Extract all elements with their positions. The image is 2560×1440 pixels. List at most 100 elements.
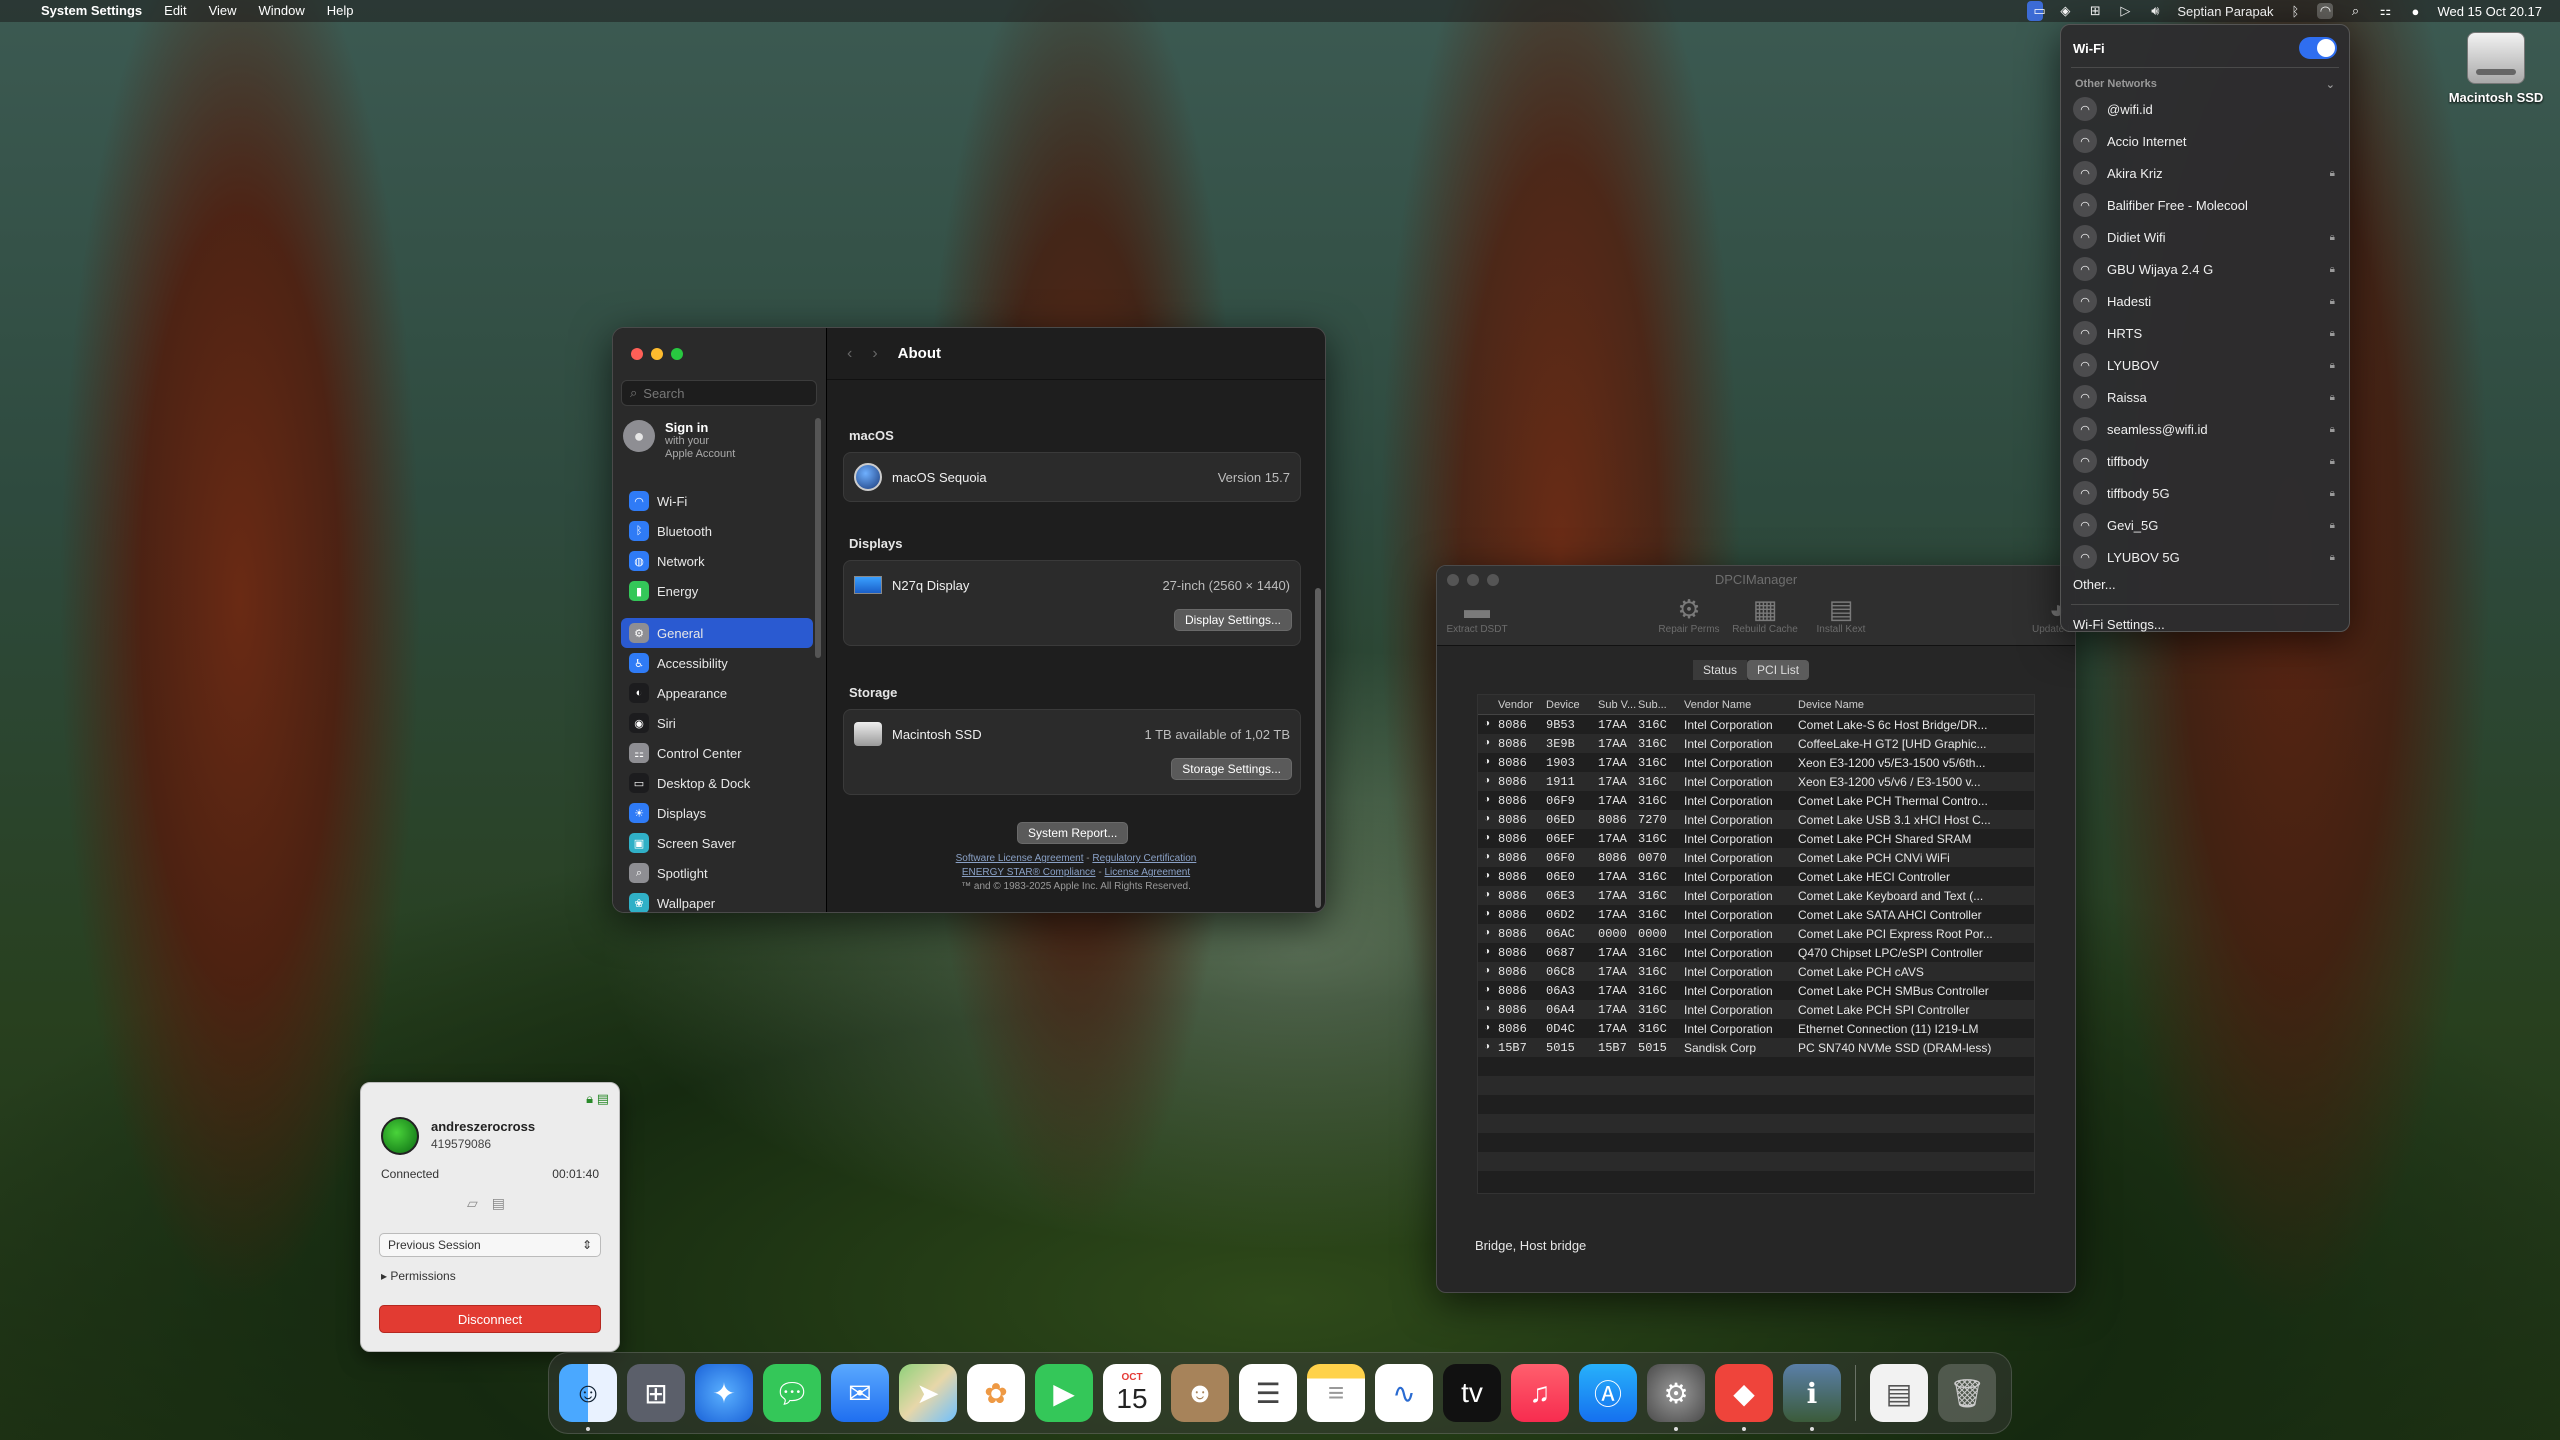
sidebar-item-wallpaper[interactable]: ❀ Wallpaper xyxy=(621,888,813,912)
wifi-settings-item[interactable]: Wi-Fi Settings... xyxy=(2061,613,2349,636)
wifi-network-item[interactable]: ◠ Akira Kriz 🔒︎ xyxy=(2061,157,2349,189)
maps-icon[interactable]: ➤ xyxy=(899,1364,957,1422)
minimize-button[interactable] xyxy=(651,348,663,360)
back-arrow-icon[interactable]: ‹ xyxy=(847,345,852,363)
wifi-network-item[interactable]: ◠ seamless@wifi.id 🔒︎ xyxy=(2061,413,2349,445)
wifi-network-item[interactable]: ◠ Hadesti 🔒︎ xyxy=(2061,285,2349,317)
sidebar-item-spotlight[interactable]: ⌕ Spotlight xyxy=(621,858,813,888)
menu-help[interactable]: Help xyxy=(316,0,365,22)
calendar-icon[interactable]: OCT 15 xyxy=(1103,1364,1161,1422)
search-input[interactable]: ⌕ Search xyxy=(621,380,817,406)
col-sub-device[interactable]: Sub... xyxy=(1638,699,1684,711)
table-row[interactable]: ◑ 8086 1911 17AA 316C Intel Corporation Xeon E… xyxy=(1478,772,2034,791)
anydesk-status-icon[interactable]: ◈ xyxy=(2057,3,2073,19)
preview-icon[interactable]: ▤ xyxy=(1870,1364,1928,1422)
dpci-manager-icon[interactable]: ℹ xyxy=(1783,1364,1841,1431)
repair-perms-button[interactable]: ⚙ Repair Perms xyxy=(1649,594,1729,635)
bluetooth-icon[interactable]: ᛒ xyxy=(2287,4,2303,19)
tab-status[interactable]: Status xyxy=(1693,660,1748,680)
col-sub-vendor[interactable]: Sub V... xyxy=(1598,699,1638,711)
sidebar-item-bluetooth[interactable]: ᛒ Bluetooth xyxy=(621,516,813,546)
chat-icon[interactable]: ▤ xyxy=(597,1091,609,1106)
wifi-network-item[interactable]: ◠ LYUBOV 🔒︎ xyxy=(2061,349,2349,381)
tv-icon[interactable]: tv xyxy=(1443,1364,1501,1422)
sidebar-item-siri[interactable]: ◉ Siri xyxy=(621,708,813,738)
control-center-icon[interactable]: ⚏ xyxy=(2377,3,2393,19)
remote-session-status-icon[interactable]: ▭ xyxy=(2027,1,2046,21)
wifi-network-item[interactable]: ◠ Raissa 🔒︎ xyxy=(2061,381,2349,413)
table-row[interactable]: ◑ 8086 06A4 17AA 316C Intel Corporation Comet … xyxy=(1478,1000,2034,1019)
app-store-icon[interactable]: Ⓐ xyxy=(1579,1364,1637,1422)
contacts-icon[interactable]: ☻ xyxy=(1171,1364,1229,1422)
sidebar-scrollbar[interactable] xyxy=(815,418,821,658)
table-row[interactable]: ◑ 8086 06C8 17AA 316C Intel Corporation Comet … xyxy=(1478,962,2034,981)
table-row[interactable]: ◑ 8086 06F0 8086 0070 Intel Corporation Comet … xyxy=(1478,848,2034,867)
facetime-icon[interactable]: ▶ xyxy=(1035,1364,1093,1422)
table-row[interactable]: ◑ 8086 0D4C 17AA 316C Intel Corporation Ethern… xyxy=(1478,1019,2034,1038)
sidebar-item-desktop-dock[interactable]: ▭ Desktop & Dock xyxy=(621,768,813,798)
sidebar-item-wifi[interactable]: ◠ Wi-Fi xyxy=(621,486,813,516)
mail-icon[interactable]: ✉ xyxy=(831,1364,889,1422)
col-device[interactable]: Device xyxy=(1546,699,1598,711)
system-settings-icon[interactable]: ⚙ xyxy=(1647,1364,1705,1431)
sidebar-item-control-center[interactable]: ⚏ Control Center xyxy=(621,738,813,768)
table-row[interactable]: ◑ 8086 06ED 8086 7270 Intel Corporation Comet … xyxy=(1478,810,2034,829)
file-transfer-icon[interactable]: ▱ xyxy=(467,1195,478,1212)
session-select[interactable]: Previous Session ⇕ xyxy=(379,1233,601,1257)
forward-arrow-icon[interactable]: › xyxy=(872,345,877,363)
apple-account-signin[interactable]: ● Sign in with your Apple Account xyxy=(623,420,735,461)
finder-icon[interactable]: ☺ xyxy=(559,1364,617,1431)
menu-edit[interactable]: Edit xyxy=(153,0,197,22)
install-kext-button[interactable]: ▤ Install Kext xyxy=(1801,594,1881,635)
other-networks-header[interactable]: Other Networks ⌄ xyxy=(2061,76,2349,93)
license-agreement-link[interactable]: License Agreement xyxy=(1105,867,1191,878)
display-settings-button[interactable]: Display Settings... xyxy=(1173,609,1292,631)
photos-icon[interactable]: ✿ xyxy=(967,1364,1025,1422)
desktop-disk-icon[interactable]: Macintosh SSD xyxy=(2436,32,2556,105)
notification-icon[interactable]: ● xyxy=(2407,4,2423,19)
table-row[interactable]: ◑ 8086 06D2 17AA 316C Intel Corporation Comet … xyxy=(1478,905,2034,924)
wifi-network-item[interactable]: ◠ tiffbody 🔒︎ xyxy=(2061,445,2349,477)
table-row[interactable]: ◑ 8086 06E3 17AA 316C Intel Corporation Comet … xyxy=(1478,886,2034,905)
table-row[interactable]: ◑ 8086 06EF 17AA 316C Intel Corporation Comet … xyxy=(1478,829,2034,848)
storage-settings-button[interactable]: Storage Settings... xyxy=(1171,758,1292,780)
wifi-network-item[interactable]: ◠ GBU Wijaya 2.4 G 🔒︎ xyxy=(2061,253,2349,285)
screen-sharing-icon[interactable]: ⊞ xyxy=(2087,3,2103,19)
table-row[interactable]: ◑ 8086 06E0 17AA 316C Intel Corporation Comet … xyxy=(1478,867,2034,886)
wifi-toggle[interactable] xyxy=(2299,37,2337,59)
extract-dsdt-button[interactable]: ▬ Extract DSDT xyxy=(1437,594,1517,635)
sidebar-item-appearance[interactable]: ◐ Appearance xyxy=(621,678,813,708)
disconnect-button[interactable]: Disconnect xyxy=(379,1305,601,1333)
zoom-button[interactable] xyxy=(671,348,683,360)
notes-icon[interactable]: ≡ xyxy=(1307,1364,1365,1422)
table-row[interactable]: ◑ 8086 06AC 0000 0000 Intel Corporation Comet … xyxy=(1478,924,2034,943)
software-license-link[interactable]: Software License Agreement xyxy=(956,853,1084,864)
reminders-icon[interactable]: ☰ xyxy=(1239,1364,1297,1422)
safari-icon[interactable]: ✦ xyxy=(695,1364,753,1422)
wifi-network-item[interactable]: ◠ HRTS 🔒︎ xyxy=(2061,317,2349,349)
sidebar-item-screen-saver[interactable]: ▣ Screen Saver xyxy=(621,828,813,858)
content-scrollbar[interactable] xyxy=(1315,588,1321,908)
user-name[interactable]: Septian Parapak xyxy=(2177,4,2273,19)
col-device-name[interactable]: Device Name xyxy=(1798,699,2028,711)
permissions-disclosure[interactable]: ▸ Permissions xyxy=(381,1269,456,1283)
energy-star-link[interactable]: ENERGY STAR® Compliance xyxy=(962,867,1096,878)
wifi-network-item[interactable]: ◠ Balifiber Free - Molecool xyxy=(2061,189,2349,221)
spotlight-icon[interactable]: ⌕ xyxy=(2347,3,2363,19)
table-row[interactable]: ◑ 8086 06F9 17AA 316C Intel Corporation Comet … xyxy=(1478,791,2034,810)
rebuild-cache-button[interactable]: ▦ Rebuild Cache xyxy=(1725,594,1805,635)
regulatory-link[interactable]: Regulatory Certification xyxy=(1092,853,1196,864)
play-icon[interactable]: ▷ xyxy=(2117,3,2133,19)
other-network-item[interactable]: Other... xyxy=(2061,573,2349,596)
sidebar-item-accessibility[interactable]: ♿︎ Accessibility xyxy=(621,648,813,678)
wifi-network-item[interactable]: ◠ @wifi.id xyxy=(2061,93,2349,125)
table-row[interactable]: ◑ 15B7 5015 15B7 5015 Sandisk Corp PC SN740 NV… xyxy=(1478,1038,2034,1057)
app-menu[interactable]: System Settings xyxy=(30,0,153,22)
sidebar-item-energy[interactable]: ▮ Energy xyxy=(621,576,813,606)
menu-window[interactable]: Window xyxy=(248,0,316,22)
system-report-button[interactable]: System Report... xyxy=(1017,822,1129,844)
clock[interactable]: Wed 15 Oct 20.17 xyxy=(2437,4,2542,19)
wifi-network-item[interactable]: ◠ Accio Internet xyxy=(2061,125,2349,157)
wifi-network-item[interactable]: ◠ Gevi_5G 🔒︎ xyxy=(2061,509,2349,541)
sidebar-item-general[interactable]: ⚙ General xyxy=(621,618,813,648)
